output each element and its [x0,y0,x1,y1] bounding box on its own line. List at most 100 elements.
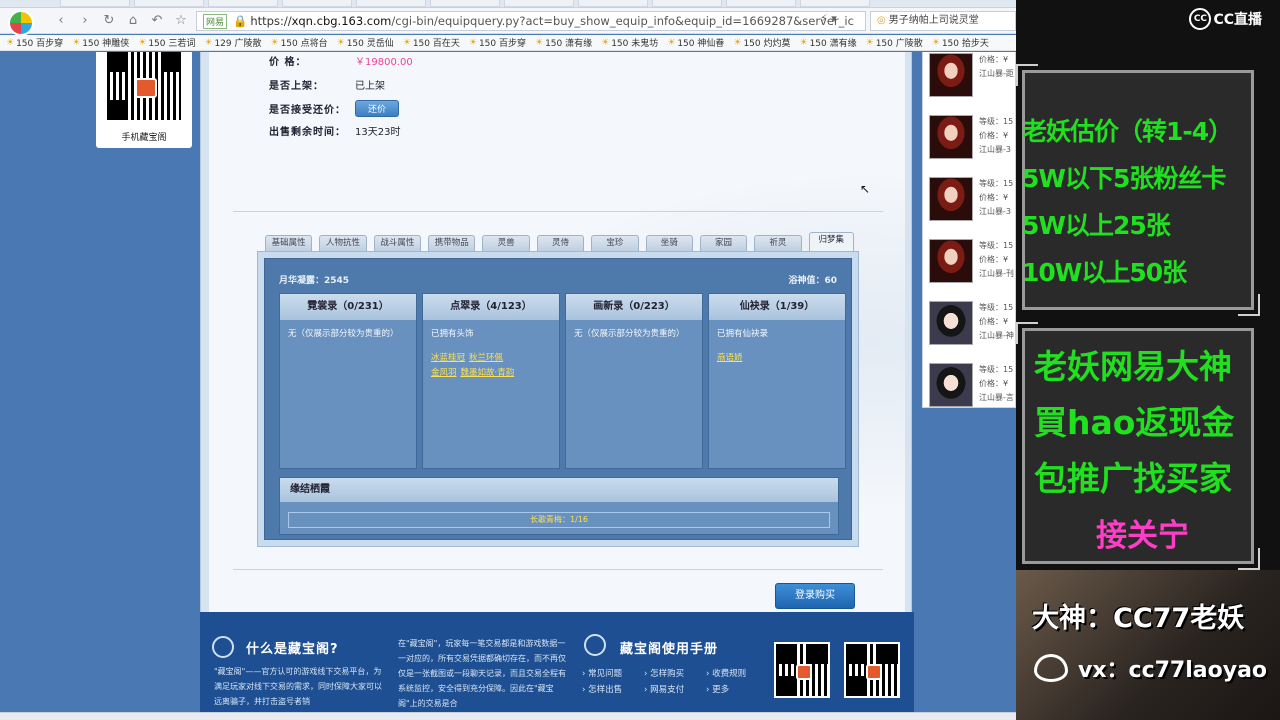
tab-attribute[interactable]: 人物抗性 [319,235,367,251]
character-avatar[interactable] [929,301,973,345]
footer-link[interactable]: › 常见问题 [582,666,644,682]
bookmark-item[interactable]: ☀ 150 未鬼坊 [601,36,658,50]
browser-tab[interactable] [430,0,500,7]
search-box[interactable]: ◎ 男子纳帕上司说灵堂 [870,11,1016,31]
collection-card: 画新录（0/223） 无（仅展示部分较为贵重的） [565,293,703,469]
browser-tab[interactable] [134,0,204,7]
tab-attribute[interactable]: 战斗属性 [373,235,422,251]
home-icon[interactable]: ⌂ [124,12,142,30]
bookmark-icon: ☀ [270,37,279,48]
bookmark-item[interactable]: ☀ 150 灼灼莫 [733,36,790,50]
tab-attribute[interactable]: 归梦集 [808,232,854,251]
tab-attribute[interactable]: 家园 [699,235,748,251]
bookmarks-bar: ☀ 150 百步穿 ☀ 150 神雕侠 ☀ 150 三若词 ☀ 129 广陵散 ☀ 150 点将台… [0,35,1016,51]
card-link[interactable]: 冰蓝桂冠 [431,353,465,363]
browser-tab[interactable] [504,0,574,7]
tab-attribute[interactable]: 宝珍 [591,235,639,251]
footer-link[interactable]: › 更多 [706,682,768,698]
address-bar[interactable]: 网易 🔒 https:// xqn.cbg.163.com /cgi-bin/e… [196,11,866,31]
bookmark-label: 129 广陵散 [214,39,262,49]
browser-tab[interactable] [356,0,426,7]
card-title: 点翠录（4/123） [423,294,559,320]
undo-icon[interactable]: ↶ [148,12,166,30]
forward-icon[interactable]: › [76,12,94,30]
browser-tab[interactable] [800,0,870,7]
bookmark-item[interactable]: ☀ 150 灵岳仙 [337,36,394,50]
browser-tab[interactable] [282,0,352,7]
browser-tab[interactable] [60,0,130,7]
address-tools[interactable]: ⚡ ▾ [820,12,837,25]
bookmark-item[interactable]: ☀ 150 拾步天 [932,36,989,50]
star-icon[interactable]: ☆ [172,12,190,30]
price-rule-line: 10W以上50张 [1022,258,1187,287]
listing-item[interactable]: 等级：15 价格：¥ 江山暴-3 [929,177,1015,227]
back-icon[interactable]: ‹ [52,12,70,30]
tab-attribute[interactable]: 基础属性 [265,235,313,251]
search-text: 男子纳帕上司说灵堂 [888,15,979,26]
bookmark-label: 150 三若词 [148,39,196,49]
tab-attribute[interactable]: 灵侍 [536,235,585,251]
listing-price: 价格：¥ [979,379,1009,388]
bookmark-item[interactable]: ☀ 150 百在天 [403,36,460,50]
footer-link[interactable]: › 收费规则 [706,666,768,682]
character-avatar[interactable] [929,177,973,221]
mouse-cursor-icon: ↖ [860,182,871,196]
bookmark-item[interactable]: ☀ 150 百步穿 [6,36,63,50]
bookmark-icon: ☀ [667,37,676,48]
character-avatar[interactable] [929,115,973,159]
tab-attribute[interactable]: 坐骑 [645,235,693,251]
tab-attribute[interactable]: 灵兽 [482,235,530,251]
bookmark-item[interactable]: ☀ 150 点将台 [270,36,328,50]
card-link[interactable]: 秋兰环佩 [469,353,503,363]
bookmark-item[interactable]: ☀ 150 三若词 [138,36,196,50]
footer-link-label: 收费规则 [712,669,747,679]
tab-strip [0,0,1016,8]
card-link[interactable]: 魏墨如故·青韵 [461,368,515,378]
status-row: 是否上架： 已上架 [269,77,385,92]
listing-item[interactable]: 等级：15 价格：¥ 江山暴-刊 [929,239,1015,289]
listing-item[interactable]: 等级：15 价格：¥ 江山暴-言 [929,363,1015,407]
browser-tab[interactable] [208,0,278,7]
browser-tab[interactable] [578,0,648,7]
bookmark-item[interactable]: ☀ 150 潇有缘 [800,36,857,50]
footer-link-label: 怎样出售 [588,685,623,695]
site-tag: 网易 [203,13,228,29]
bookmark-item[interactable]: ☀ 150 神雕侠 [72,36,129,50]
login-buy-button[interactable]: 登录购买 [775,583,855,609]
listing-text: 等级：15 价格：¥ 江山暴-3 [979,177,1013,219]
card-text: 已拥有头饰 [431,329,474,339]
bargain-row: 是否接受还价： 还价 [269,100,400,117]
listing-item[interactable]: 等级：15 价格：¥ 江山暴-3 [929,115,1015,165]
character-avatar[interactable] [929,53,973,97]
bath-spirit-label: 浴神值：60 [788,276,837,286]
listing-server: 江山暴-神 [979,331,1014,340]
bookmark-item[interactable]: ☀ 129 广陵散 [204,36,262,50]
browser-tab[interactable] [726,0,796,7]
price-label: 价 格： [269,57,307,68]
moon-dew-label: 月华凝露：2545 [279,276,350,286]
tab-attribute[interactable]: 携带物品 [428,235,476,251]
card-text: 无（仅展示部分较为贵重的） [574,329,685,339]
listing-level: 等级：15 [979,241,1014,250]
card-link[interactable]: 金凤羽 [431,368,457,378]
listing-item[interactable]: 价格：¥ 江山暴-距 [929,53,1015,103]
bookmark-item[interactable]: ☀ 150 神仙眷 [667,36,724,50]
reload-icon[interactable]: ↻ [100,12,118,30]
bookmark-item[interactable]: ☀ 150 广陵散 [866,36,923,50]
footer-link[interactable]: › 网易支付 [644,682,706,698]
bookmark-icon: ☀ [138,37,147,48]
footer-link[interactable]: › 怎样出售 [582,682,644,698]
browser-tab[interactable] [652,0,722,7]
footer-link[interactable]: › 怎样购买 [644,666,706,682]
listing-item[interactable]: 等级：15 价格：¥ 江山暴-神 [929,301,1015,351]
character-avatar[interactable] [929,239,973,283]
bookmark-item[interactable]: ☀ 150 潇有缘 [535,36,592,50]
listing-text: 等级：15 价格：¥ 江山暴-3 [979,115,1013,157]
card-link[interactable]: 燕语娇 [717,353,743,363]
bookmark-item[interactable]: ☀ 150 百步穿 [469,36,526,50]
browser-logo-icon[interactable] [8,10,34,36]
character-avatar[interactable] [929,363,973,407]
listing-server: 江山暴-3 [979,145,1011,154]
bargain-button[interactable]: 还价 [355,100,400,117]
tab-attribute[interactable]: 祈灵 [754,235,802,251]
